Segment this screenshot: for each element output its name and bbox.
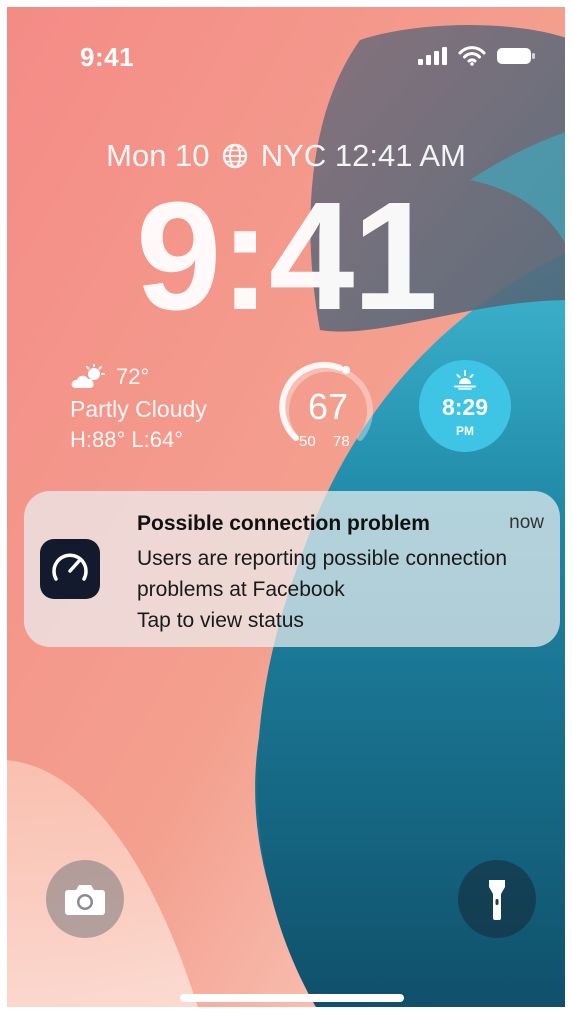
status-icons: [418, 46, 536, 66]
temperature-gauge-widget[interactable]: 67 50 78: [278, 360, 378, 456]
wifi-icon: [458, 46, 486, 66]
notification-line: Tap to view status: [137, 609, 304, 632]
gauge-marker: [342, 366, 350, 374]
status-time: 9:41: [80, 42, 135, 72]
notification-line: problems at Facebook: [137, 578, 345, 601]
battery-icon: [497, 48, 535, 64]
lock-clock[interactable]: 9:41: [0, 176, 572, 336]
notification-card[interactable]: Possible connection problem now Users ar…: [24, 491, 560, 647]
notification-title: Possible connection problem: [137, 512, 430, 535]
sunset-time: 8:29: [441, 394, 489, 420]
date-line: Mon 10 NYC 12:41 AM: [0, 136, 572, 174]
lock-screen: 9:41 Mon 10 NYC 12:41 AM 9:41 72° Partly…: [0, 0, 572, 1014]
notification-time: now: [509, 512, 544, 533]
camera-icon: [65, 885, 105, 915]
notification-app-icon: [40, 539, 100, 599]
date-text: Mon 10: [106, 137, 210, 173]
gauge-low: 50: [299, 433, 316, 450]
sunset-period: PM: [456, 424, 474, 438]
weather-widget[interactable]: 72° Partly Cloudy H:88° L:64°: [70, 364, 207, 453]
flashlight-icon: [489, 880, 505, 920]
globe-icon: [222, 143, 248, 169]
weather-temperature: 72°: [116, 364, 150, 389]
home-indicator[interactable]: [180, 994, 404, 1002]
cellular-signal-icon: [418, 47, 447, 65]
partly-cloudy-icon: [71, 364, 105, 388]
camera-button[interactable]: [46, 860, 124, 938]
sunset-icon: [454, 370, 476, 390]
world-clock-text: NYC 12:41 AM: [260, 137, 466, 173]
sunset-widget[interactable]: 8:29 PM: [419, 360, 511, 452]
notification-line: Users are reporting possible connection: [137, 547, 508, 570]
weather-high-low: H:88° L:64°: [70, 427, 183, 452]
gauge-value: 67: [307, 386, 349, 427]
flashlight-button[interactable]: [458, 860, 536, 938]
notification-body: Users are reporting possible connection …: [137, 543, 547, 636]
weather-condition: Partly Cloudy: [70, 396, 207, 422]
gauge-high: 78: [333, 433, 350, 450]
weather-row: 72°: [70, 364, 207, 390]
speedometer-icon: [52, 553, 88, 581]
status-bar: 9:41: [0, 0, 572, 120]
